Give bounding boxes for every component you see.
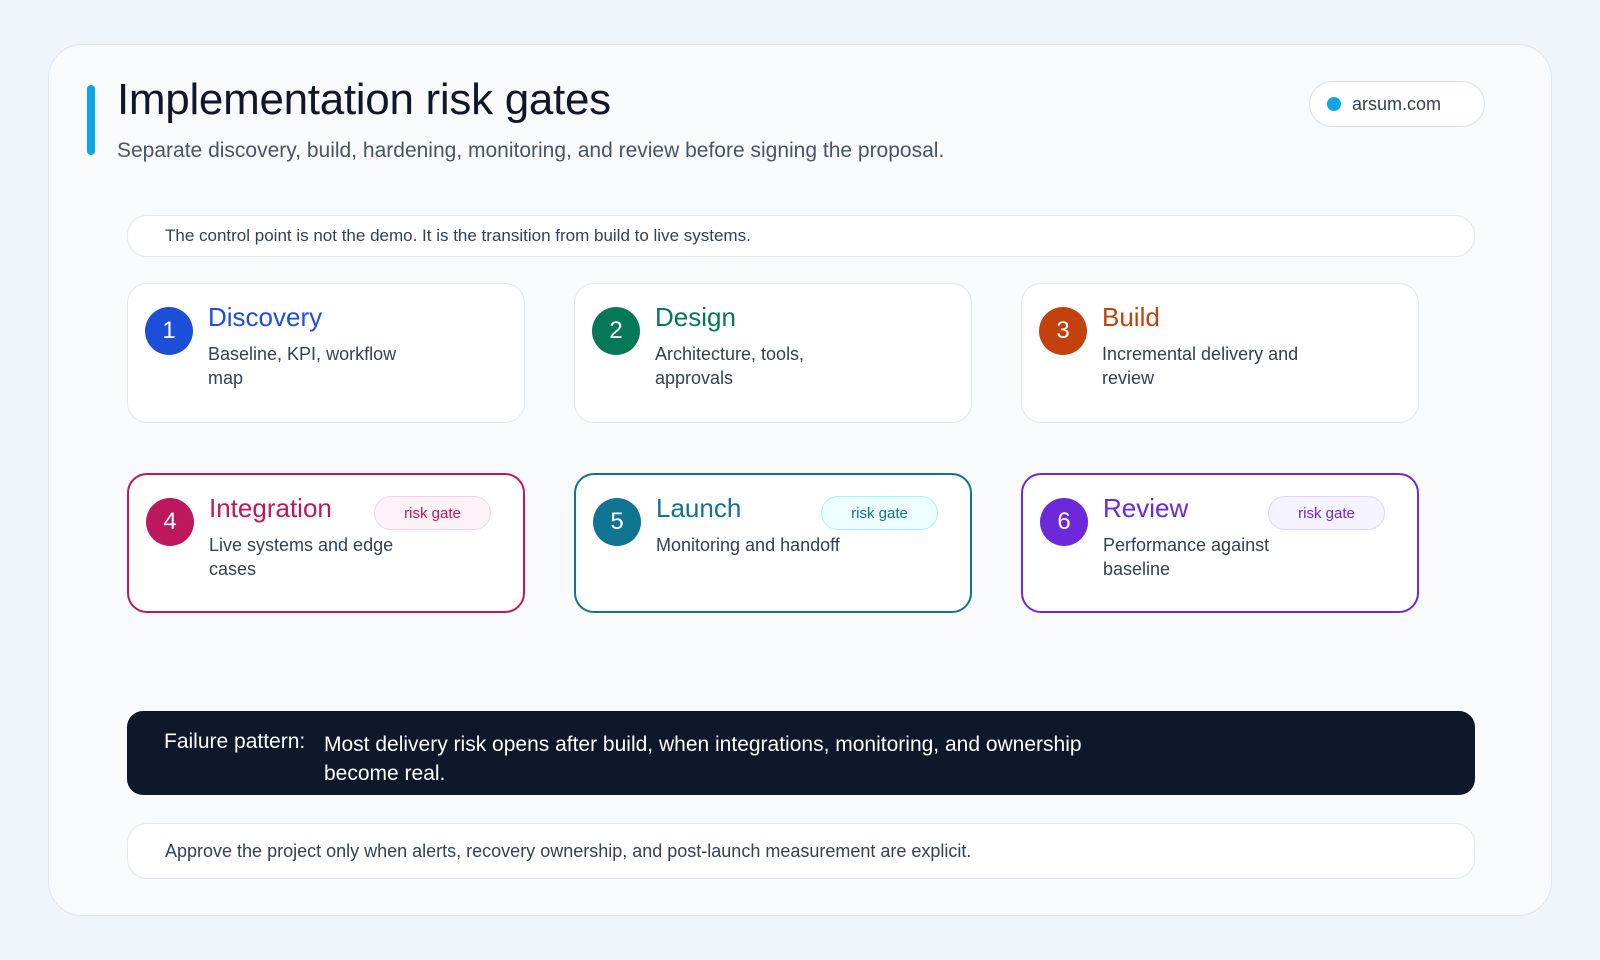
title-accent-bar xyxy=(87,85,95,155)
stage-number-badge: 2 xyxy=(592,307,640,355)
stage-card-discovery: 1 Discovery Baseline, KPI, workflow map xyxy=(127,283,525,423)
stage-title: Launch xyxy=(656,493,742,523)
stage-description: Monitoring and handoff xyxy=(656,535,840,555)
stage-title: Integration xyxy=(209,493,332,523)
stage-card-review: 6 Review risk gate Performance against b… xyxy=(1021,473,1419,613)
failure-pattern-banner: Failure pattern: Most delivery risk open… xyxy=(127,711,1475,795)
stage-description: Baseline, KPI, workflow map xyxy=(208,344,397,388)
stage-number-badge: 3 xyxy=(1039,307,1087,355)
failure-pattern-label: Failure pattern: xyxy=(164,730,306,753)
brand-label: arsum.com xyxy=(1352,93,1442,114)
stage-number-badge: 1 xyxy=(145,307,193,355)
stage-card-integration: 4 Integration risk gate Live systems and… xyxy=(127,473,525,613)
stage-title: Review xyxy=(1103,493,1189,523)
stage-description: Architecture, tools, approvals xyxy=(655,344,805,388)
risk-gate-badge: risk gate xyxy=(1268,496,1385,530)
brand-pill[interactable]: arsum.com xyxy=(1309,81,1485,127)
stage-card-design: 2 Design Architecture, tools, approvals xyxy=(574,283,972,423)
page-title: Implementation risk gates xyxy=(117,75,611,124)
stage-card-launch: 5 Launch risk gate Monitoring and handof… xyxy=(574,473,972,613)
stage-description: Performance against baseline xyxy=(1103,535,1270,579)
approval-note: Approve the project only when alerts, re… xyxy=(127,823,1475,879)
risk-gate-badge: risk gate xyxy=(374,496,491,530)
stage-number-badge: 6 xyxy=(1040,498,1088,546)
stage-title: Design xyxy=(655,302,736,332)
stage-number-badge: 5 xyxy=(593,498,641,546)
page-subtitle: Separate discovery, build, hardening, mo… xyxy=(117,139,945,162)
risk-gate-badge: risk gate xyxy=(821,496,938,530)
slide-card: Implementation risk gates Separate disco… xyxy=(48,44,1552,916)
brand-dot-icon xyxy=(1327,97,1341,111)
stage-title: Discovery xyxy=(208,302,323,332)
stage-number-badge: 4 xyxy=(146,498,194,546)
stage-title: Build xyxy=(1102,302,1160,332)
stage-card-build: 3 Build Incremental delivery and review xyxy=(1021,283,1419,423)
failure-pattern-text: Most delivery risk opens after build, wh… xyxy=(324,733,1082,785)
stage-description: Live systems and edge cases xyxy=(209,535,394,579)
control-point-note: The control point is not the demo. It is… xyxy=(127,215,1475,257)
stage-description: Incremental delivery and review xyxy=(1102,344,1299,388)
